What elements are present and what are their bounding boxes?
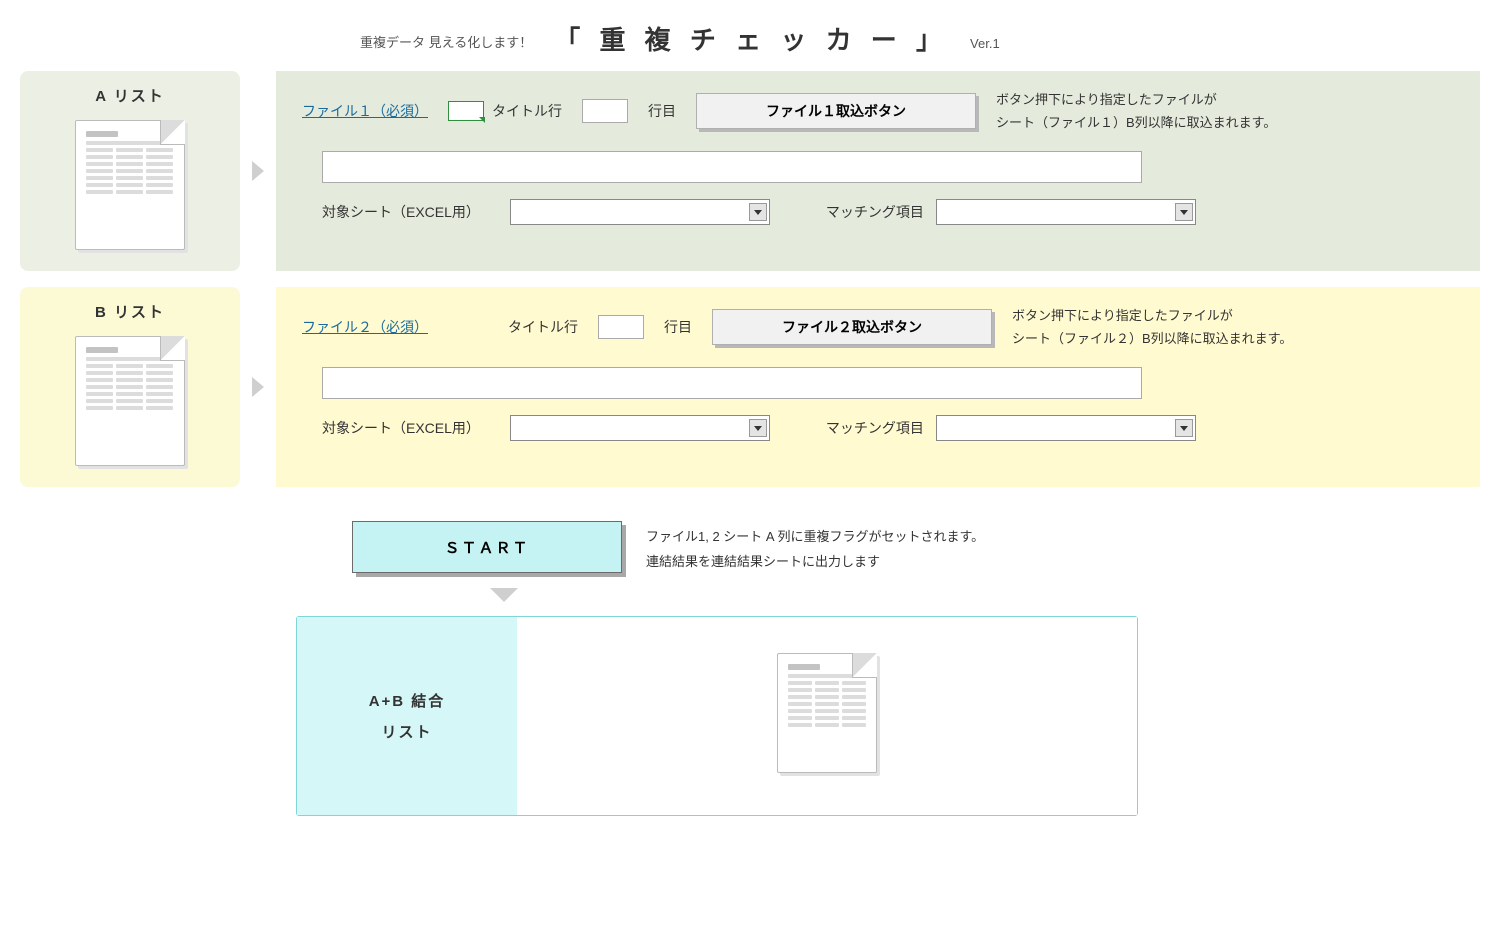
result-title-line2: リスト [381, 721, 432, 742]
file1-hint-line2: シート（ファイル１）B列以降に取込まれます。 [996, 111, 1276, 134]
file1-title-row-checkbox[interactable] [448, 101, 484, 121]
file1-title-row-label: タイトル行 [492, 101, 562, 121]
result-panel: A+B 結合 リスト [296, 616, 1138, 816]
file2-target-sheet-select[interactable] [510, 415, 770, 441]
arrow-right-icon [240, 287, 276, 487]
section-a-tag: A リスト [20, 71, 240, 271]
section-a-title: A リスト [95, 85, 164, 106]
file1-hint: ボタン押下により指定したファイルが シート（ファイル１）B列以降に取込まれます。 [996, 88, 1276, 135]
section-a-panel: ファイル１（必須） タイトル行 行目 ファイル１取込ボタン ボタン押下により指定… [276, 71, 1480, 271]
file1-target-sheet-label: 対象シート（EXCEL用） [322, 202, 480, 222]
document-icon [75, 336, 185, 466]
chevron-down-icon [749, 203, 767, 221]
file1-path-input[interactable] [322, 151, 1142, 183]
app-subtitle: 重複データ 見える化します！ [360, 32, 532, 57]
document-icon [777, 653, 877, 773]
file2-path-input[interactable] [322, 367, 1142, 399]
file2-import-button[interactable]: ファイル２取込ボタン [712, 309, 992, 345]
section-b-title: B リスト [95, 301, 165, 322]
file1-matching-select[interactable] [936, 199, 1196, 225]
chevron-down-icon [749, 419, 767, 437]
file2-hint-line2: シート（ファイル２）B列以降に取込まれます。 [1012, 327, 1292, 350]
file2-row-suffix: 行目 [664, 317, 692, 337]
file2-hint-line1: ボタン押下により指定したファイルが [1012, 304, 1292, 327]
start-button[interactable]: ＳＴＡＲＴ [352, 521, 622, 573]
file2-target-sheet-label: 対象シート（EXCEL用） [322, 418, 480, 438]
section-b-panel: ファイル２（必須） タイトル行 行目 ファイル２取込ボタン ボタン押下により指定… [276, 287, 1480, 487]
app-version: Ver.1 [970, 36, 1000, 57]
section-b-tag: B リスト [20, 287, 240, 487]
file1-import-button[interactable]: ファイル１取込ボタン [696, 93, 976, 129]
document-icon [75, 120, 185, 250]
file2-title-row-label: タイトル行 [508, 317, 578, 337]
start-hint-line1: ファイル1, 2 シート A 列に重複フラグがセットされます。 [646, 525, 984, 550]
arrow-right-icon [240, 71, 276, 271]
start-hint-line2: 連結結果を連結結果シートに出力します [646, 550, 984, 575]
file1-target-sheet-select[interactable] [510, 199, 770, 225]
file2-row-input[interactable] [598, 315, 644, 339]
chevron-down-icon [1175, 203, 1193, 221]
start-hint: ファイル1, 2 シート A 列に重複フラグがセットされます。 連結結果を連結結… [646, 521, 984, 574]
chevron-down-icon [1175, 419, 1193, 437]
file1-hint-line1: ボタン押下により指定したファイルが [996, 88, 1276, 111]
file2-matching-label: マッチング項目 [826, 418, 924, 438]
file2-matching-select[interactable] [936, 415, 1196, 441]
arrow-down-icon [490, 588, 1480, 602]
file1-link[interactable]: ファイル１（必須） [302, 101, 428, 121]
app-title: 「 重 複 チ ェ ッ カ ー 」 [554, 20, 948, 57]
file1-matching-label: マッチング項目 [826, 202, 924, 222]
file1-row-suffix: 行目 [648, 101, 676, 121]
file2-link[interactable]: ファイル２（必須） [302, 317, 428, 337]
result-title-line1: A+B 結合 [369, 690, 446, 711]
result-tag: A+B 結合 リスト [297, 617, 517, 815]
file1-row-input[interactable] [582, 99, 628, 123]
file2-hint: ボタン押下により指定したファイルが シート（ファイル２）B列以降に取込まれます。 [1012, 304, 1292, 351]
